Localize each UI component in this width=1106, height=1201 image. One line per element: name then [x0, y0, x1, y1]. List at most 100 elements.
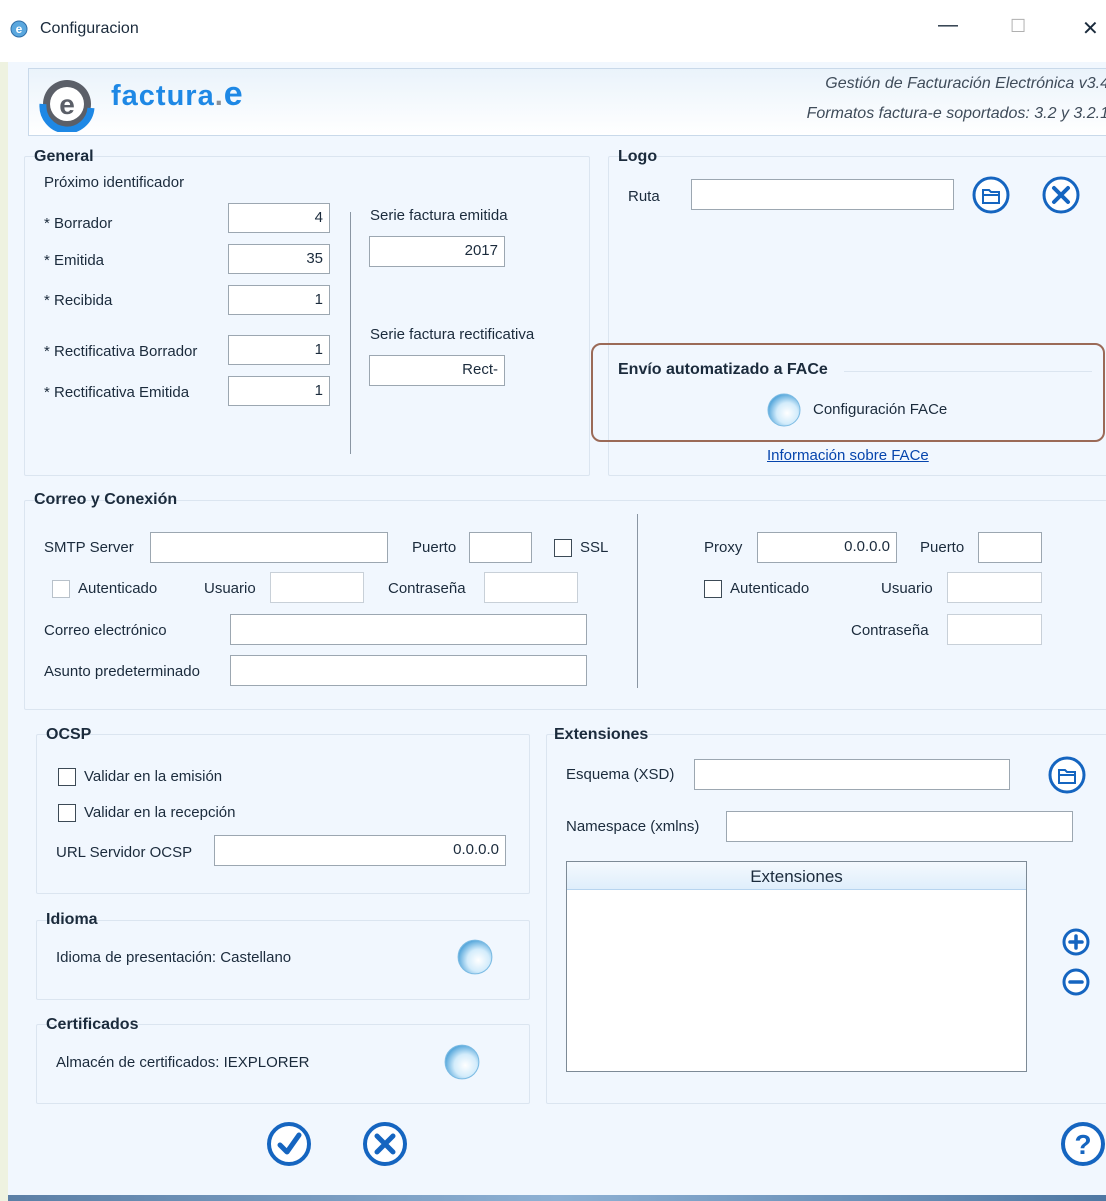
validar-emision-checkbox[interactable] — [58, 768, 76, 786]
asunto-label: Asunto predeterminado — [44, 663, 200, 680]
header-banner: e factura.e Gestión de Facturación Elect… — [28, 68, 1106, 136]
maximize-button[interactable]: ☐ — [1010, 16, 1026, 37]
clear-logo-icon[interactable] — [1042, 176, 1080, 214]
ocsp-url-input[interactable]: 0.0.0.0 — [214, 835, 506, 866]
face-title-rule — [844, 371, 1092, 372]
general-separator — [350, 212, 351, 454]
proxy-puerto-input[interactable] — [978, 532, 1042, 563]
proxy-usuario-label: Usuario — [881, 580, 933, 597]
rect-emitida-label: * Rectificativa Emitida — [44, 384, 190, 401]
title-bar: e Configuracion — ☐ ✕ — [0, 0, 1106, 62]
esquema-input[interactable] — [694, 759, 1010, 790]
certificados-text: Almacén de certificados: IEXPLORER — [56, 1054, 310, 1071]
proxy-contrasena-input[interactable] — [947, 614, 1042, 645]
proxy-contrasena-label: Contraseña — [851, 622, 929, 639]
factura-e-logo-icon: e — [39, 80, 95, 132]
bottom-border-strip — [8, 1195, 1106, 1201]
browse-xsd-folder-icon[interactable] — [1048, 756, 1086, 794]
accept-check-icon[interactable] — [266, 1121, 312, 1167]
ruta-input[interactable] — [691, 179, 954, 210]
serie-rect-input[interactable]: Rect- — [369, 355, 505, 386]
usuario-label: Usuario — [204, 580, 256, 597]
recibida-input[interactable]: 1 — [228, 285, 330, 315]
face-title: Envío automatizado a FACe — [618, 361, 828, 378]
face-config-bubble-icon[interactable] — [766, 392, 802, 428]
formats-text: Formatos factura-e soportados: 3.2 y 3.2… — [806, 105, 1106, 122]
serie-rect-label: Serie factura rectificativa — [370, 326, 535, 343]
puerto-input[interactable] — [469, 532, 532, 563]
proxy-autenticado-checkbox[interactable] — [704, 580, 722, 598]
general-title: General — [34, 148, 94, 165]
serie-emitida-label: Serie factura emitida — [370, 207, 508, 224]
proxy-puerto-label: Puerto — [920, 539, 965, 556]
remove-extension-icon[interactable] — [1062, 968, 1090, 996]
window-title: Configuracion — [40, 20, 139, 37]
rect-borrador-input[interactable]: 1 — [228, 335, 330, 365]
asunto-input[interactable] — [230, 655, 587, 686]
logo-dot: . — [214, 80, 224, 112]
face-config-button[interactable]: Configuración FACe — [813, 401, 947, 418]
autenticado-checkbox[interactable] — [52, 580, 70, 598]
next-id-label: Próximo identificador — [44, 174, 185, 191]
logo-wordmark: factura.e — [111, 75, 244, 114]
version-text: Gestión de Facturación Electrónica v3.4 — [825, 75, 1106, 92]
contrasena-label: Contraseña — [388, 580, 466, 597]
validar-recepcion-label: Validar en la recepción — [84, 804, 236, 821]
ocsp-title: OCSP — [46, 726, 92, 743]
proxy-usuario-input[interactable] — [947, 572, 1042, 603]
face-info-link[interactable]: Información sobre FACe — [767, 447, 929, 464]
logo-title: Logo — [618, 148, 658, 165]
correo-input[interactable] — [230, 614, 587, 645]
validar-emision-label: Validar en la emisión — [84, 768, 223, 785]
borrador-input[interactable]: 4 — [228, 203, 330, 233]
logo-text: factura — [111, 80, 215, 112]
extensiones-title: Extensiones — [554, 726, 649, 743]
namespace-label: Namespace (xmlns) — [566, 818, 700, 835]
left-strip — [0, 62, 8, 1201]
face-highlight-frame — [591, 343, 1105, 442]
proxy-input[interactable]: 0.0.0.0 — [757, 532, 897, 563]
help-question-icon[interactable]: ? — [1060, 1121, 1106, 1167]
correo-title: Correo y Conexión — [34, 491, 178, 508]
certificados-title: Certificados — [46, 1016, 139, 1033]
extensiones-list[interactable]: Extensiones — [566, 861, 1027, 1072]
extensiones-list-header[interactable]: Extensiones — [567, 862, 1026, 890]
serie-emitida-input[interactable]: 2017 — [369, 236, 505, 267]
ocsp-url-label: URL Servidor OCSP — [56, 844, 193, 861]
esquema-label: Esquema (XSD) — [566, 766, 675, 783]
logo-e: e — [223, 75, 244, 113]
smtp-label: SMTP Server — [44, 539, 134, 556]
cancel-x-icon[interactable] — [362, 1121, 408, 1167]
certificados-select-bubble-icon[interactable] — [443, 1043, 481, 1081]
puerto-label: Puerto — [412, 539, 457, 556]
rect-borrador-label: * Rectificativa Borrador — [44, 343, 198, 360]
add-extension-icon[interactable] — [1062, 928, 1090, 956]
usuario-input[interactable] — [270, 572, 364, 603]
browse-folder-icon[interactable] — [972, 176, 1010, 214]
validar-recepcion-checkbox[interactable] — [58, 804, 76, 822]
proxy-autenticado-label: Autenticado — [730, 580, 810, 597]
close-button[interactable]: ✕ — [1082, 16, 1099, 41]
svg-text:e: e — [16, 22, 23, 36]
borrador-label: * Borrador — [44, 215, 113, 232]
contrasena-input[interactable] — [484, 572, 578, 603]
smtp-input[interactable] — [150, 532, 388, 563]
idioma-select-bubble-icon[interactable] — [456, 938, 494, 976]
ssl-label: SSL — [580, 539, 609, 556]
rect-emitida-input[interactable]: 1 — [228, 376, 330, 406]
ruta-label: Ruta — [628, 188, 660, 205]
namespace-input[interactable] — [726, 811, 1073, 842]
idioma-text: Idioma de presentación: Castellano — [56, 949, 292, 966]
ssl-checkbox[interactable] — [554, 539, 572, 557]
idioma-title: Idioma — [46, 911, 98, 928]
svg-text:?: ? — [1074, 1129, 1091, 1160]
svg-text:e: e — [59, 89, 75, 120]
minimize-button[interactable]: — — [938, 14, 958, 37]
correo-label: Correo electrónico — [44, 622, 167, 639]
client-area: e factura.e Gestión de Facturación Elect… — [8, 62, 1106, 1201]
correo-separator — [637, 514, 638, 688]
recibida-label: * Recibida — [44, 292, 113, 309]
emitida-input[interactable]: 35 — [228, 244, 330, 274]
emitida-label: * Emitida — [44, 252, 105, 269]
app-icon: e — [10, 20, 28, 38]
